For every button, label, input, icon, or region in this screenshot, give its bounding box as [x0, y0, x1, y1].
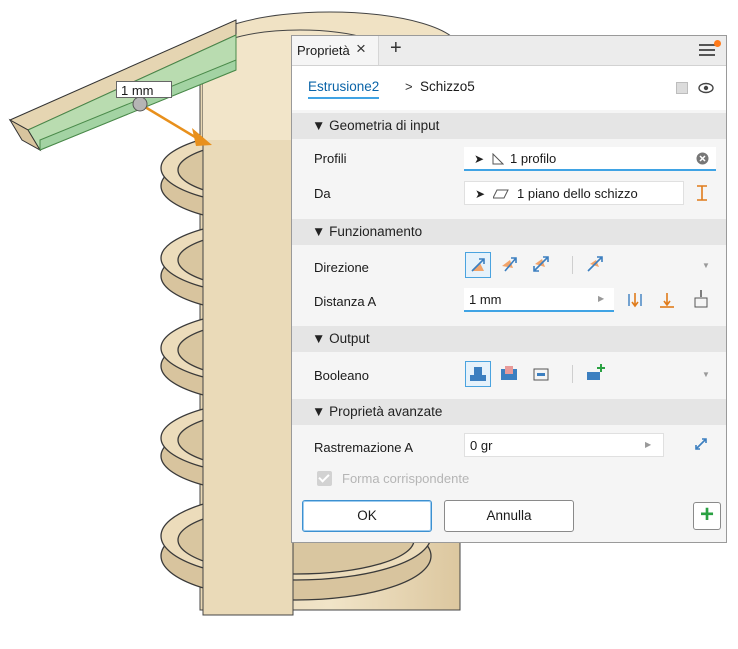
direction-default-icon [471, 258, 485, 272]
from-selector[interactable]: ➤ 1 piano dello schizzo [464, 181, 684, 205]
taper-input[interactable]: 0 gr ▶ [464, 433, 664, 457]
breadcrumb-separator: > [405, 79, 413, 94]
direction-label: Direzione [314, 260, 369, 275]
separator [572, 365, 573, 383]
direction-asymmetric-button[interactable] [583, 252, 609, 278]
plus-icon[interactable]: + [390, 37, 402, 60]
distance-next-icon[interactable] [658, 291, 676, 309]
distance-to-icon[interactable] [626, 291, 644, 309]
section-behavior[interactable]: ▼ Funzionamento [292, 219, 726, 245]
profile-shape-icon [492, 153, 504, 165]
from-label: Da [314, 186, 331, 201]
direction-asymmetric-icon [587, 256, 603, 272]
direction-flipped-icon [502, 257, 517, 272]
section-output[interactable]: ▼ Output [292, 326, 726, 352]
breadcrumb: Estrusione2 > Schizzo5 [292, 66, 726, 110]
join-icon [470, 367, 486, 381]
cube-icon[interactable] [676, 82, 688, 94]
ok-button[interactable]: OK [302, 500, 432, 532]
boolean-intersect-button[interactable] [529, 361, 555, 387]
distance-label: Distanza A [314, 294, 377, 309]
distance-expand-arrow[interactable]: ▶ [598, 294, 604, 303]
section-label: ▼ Proprietà avanzate [312, 404, 443, 419]
taper-label: Rastremazione A [314, 440, 413, 455]
boolean-new-solid-button[interactable] [583, 361, 609, 387]
profiles-selector[interactable]: ➤ 1 profilo [464, 147, 716, 171]
match-shape-checkbox[interactable] [317, 471, 332, 486]
profiles-label: Profili [314, 151, 347, 166]
hamburger-menu-icon[interactable] [699, 44, 715, 58]
new-solid-icon [587, 364, 605, 380]
direction-symmetric-button[interactable] [529, 252, 555, 278]
eye-icon[interactable] [698, 82, 714, 94]
cancel-button[interactable]: Annulla [444, 500, 574, 532]
close-icon[interactable]: × [356, 39, 366, 59]
dimension-label[interactable]: 1 mm [116, 81, 172, 98]
taper-value: 0 gr [470, 438, 493, 453]
boolean-dropdown-arrow[interactable]: ▼ [702, 370, 710, 379]
distance-value: 1 mm [469, 292, 502, 307]
clear-icon[interactable] [696, 152, 709, 165]
apply-add-button[interactable]: + [693, 502, 721, 530]
direction-dropdown-arrow[interactable]: ▼ [702, 261, 710, 270]
match-shape-label: Forma corrispondente [342, 471, 470, 486]
boolean-join-button[interactable] [465, 361, 491, 387]
section-label: ▼ Funzionamento [312, 224, 423, 239]
boolean-cut-button[interactable] [497, 361, 523, 387]
panel-tabbar: Proprietà × + [292, 36, 726, 66]
from-value: 1 piano dello schizzo [517, 186, 638, 201]
taper-expand-arrow[interactable]: ▶ [645, 440, 651, 449]
tab-properties[interactable]: Proprietà × [292, 36, 379, 65]
cursor-arrow-icon: ➤ [474, 152, 485, 166]
profiles-value: 1 profilo [510, 151, 557, 166]
direction-default-button[interactable] [465, 252, 491, 278]
separator [572, 256, 573, 274]
tab-label: Proprietà [297, 43, 350, 58]
notification-dot [714, 40, 721, 47]
breadcrumb-feature[interactable]: Estrusione2 [308, 79, 380, 99]
section-label: ▼ Geometria di input [312, 118, 440, 133]
offset-icon[interactable] [695, 184, 709, 202]
breadcrumb-sketch[interactable]: Schizzo5 [420, 79, 475, 94]
cursor-arrow-icon: ➤ [475, 187, 486, 201]
direction-symmetric-icon [533, 256, 549, 272]
through-all-icon[interactable] [692, 289, 710, 309]
plane-icon [493, 189, 509, 199]
section-input-geometry[interactable]: ▼ Geometria di input [292, 113, 726, 139]
boolean-label: Booleano [314, 368, 369, 383]
direction-flipped-button[interactable] [497, 252, 523, 278]
taper-flip-icon[interactable] [692, 435, 710, 453]
section-advanced[interactable]: ▼ Proprietà avanzate [292, 399, 726, 425]
cut-icon [501, 366, 517, 380]
distance-input[interactable]: 1 mm ▶ [464, 288, 614, 312]
intersect-icon [533, 368, 549, 381]
section-label: ▼ Output [312, 331, 370, 346]
properties-panel: Proprietà × + Estrusione2 > Schizzo5 ▼ G… [291, 35, 727, 543]
